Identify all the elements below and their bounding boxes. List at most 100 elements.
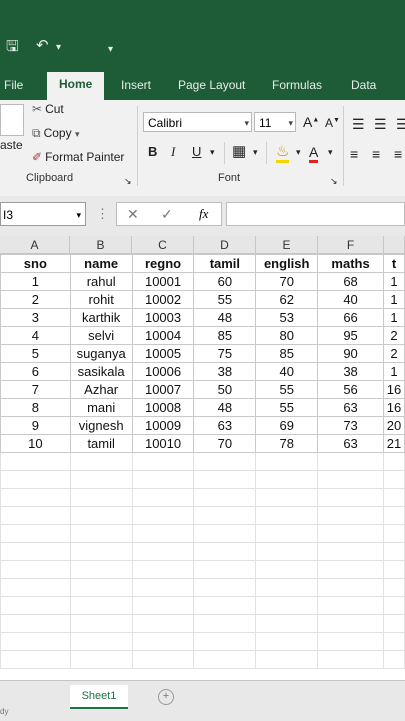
table-cell[interactable]: 70 — [255, 272, 319, 291]
empty-cell[interactable] — [69, 542, 133, 561]
empty-cell[interactable] — [255, 452, 319, 471]
table-cell[interactable]: 2 — [0, 290, 71, 309]
cut-button[interactable]: ✂ Cut — [32, 102, 64, 116]
empty-cell[interactable] — [131, 650, 195, 669]
tab-data[interactable]: Data — [351, 78, 376, 92]
empty-cell[interactable] — [382, 470, 405, 489]
copy-dropdown-icon[interactable]: ▾ — [75, 129, 80, 140]
table-cell[interactable]: 16 — [382, 380, 405, 399]
table-cell[interactable]: 1 — [382, 272, 405, 291]
clipboard-launcher-icon[interactable]: ↘ — [124, 176, 132, 187]
sheet-tab[interactable]: Sheet1 — [70, 685, 128, 709]
table-cell[interactable]: 38 — [317, 362, 384, 381]
tab-file[interactable]: File — [4, 78, 23, 92]
table-cell[interactable]: 95 — [317, 326, 384, 345]
empty-cell[interactable] — [255, 632, 319, 651]
table-cell[interactable]: 48 — [193, 398, 257, 417]
empty-cell[interactable] — [193, 614, 257, 633]
empty-cell[interactable] — [193, 452, 257, 471]
undo-dropdown-icon[interactable]: ▾ — [56, 42, 61, 53]
borders-dropdown-icon[interactable]: ▾ — [253, 147, 258, 158]
worksheet-grid[interactable]: A B C D E F sno name regno tamil english… — [0, 236, 405, 680]
shrink-font-button[interactable]: A▼ — [325, 116, 340, 130]
table-cell[interactable]: 85 — [255, 344, 319, 363]
empty-cell[interactable] — [131, 632, 195, 651]
header-cell[interactable]: sno — [0, 254, 71, 273]
table-cell[interactable]: 50 — [193, 380, 257, 399]
empty-cell[interactable] — [0, 524, 71, 543]
table-cell[interactable]: 2 — [382, 344, 405, 363]
empty-cell[interactable] — [382, 578, 405, 597]
align-right-icon[interactable]: ≡ — [394, 146, 402, 162]
empty-cell[interactable] — [317, 614, 384, 633]
table-cell[interactable]: 10006 — [131, 362, 195, 381]
table-cell[interactable]: 5 — [0, 344, 71, 363]
table-cell[interactable]: 40 — [317, 290, 384, 309]
empty-cell[interactable] — [193, 560, 257, 579]
undo-icon[interactable]: ↶ — [36, 36, 49, 54]
empty-cell[interactable] — [193, 632, 257, 651]
table-cell[interactable]: 63 — [317, 398, 384, 417]
font-color-dropdown-icon[interactable]: ▾ — [328, 147, 333, 158]
empty-cell[interactable] — [317, 524, 384, 543]
name-box[interactable]: I3 ▾ — [0, 202, 86, 226]
empty-cell[interactable] — [0, 632, 71, 651]
italic-button[interactable]: I — [171, 144, 175, 160]
column-header-b[interactable]: B — [70, 236, 132, 254]
format-painter-button[interactable]: ✐ Format Painter — [32, 150, 124, 164]
table-cell[interactable]: karthik — [69, 308, 133, 327]
paste-icon[interactable] — [0, 104, 24, 136]
empty-cell[interactable] — [193, 542, 257, 561]
empty-cell[interactable] — [131, 524, 195, 543]
empty-cell[interactable] — [0, 506, 71, 525]
underline-dropdown-icon[interactable]: ▾ — [210, 147, 215, 158]
empty-cell[interactable] — [131, 488, 195, 507]
empty-cell[interactable] — [317, 488, 384, 507]
bold-button[interactable]: B — [148, 144, 157, 159]
empty-cell[interactable] — [193, 650, 257, 669]
empty-cell[interactable] — [255, 524, 319, 543]
fill-color-icon[interactable]: ♨ — [276, 142, 290, 163]
tab-page-layout[interactable]: Page Layout — [178, 78, 245, 92]
header-cell[interactable]: tamil — [193, 254, 257, 273]
header-cell[interactable]: english — [255, 254, 319, 273]
table-cell[interactable]: vignesh — [69, 416, 133, 435]
table-cell[interactable]: 63 — [317, 434, 384, 453]
column-header-c[interactable]: C — [132, 236, 194, 254]
header-cell[interactable]: regno — [131, 254, 195, 273]
empty-cell[interactable] — [0, 596, 71, 615]
paste-button[interactable]: aste — [0, 138, 23, 152]
empty-cell[interactable] — [69, 506, 133, 525]
font-size-select[interactable]: 11 ▾ — [254, 112, 296, 132]
empty-cell[interactable] — [69, 524, 133, 543]
empty-cell[interactable] — [193, 524, 257, 543]
table-cell[interactable]: tamil — [69, 434, 133, 453]
empty-cell[interactable] — [69, 452, 133, 471]
empty-cell[interactable] — [0, 650, 71, 669]
formula-input[interactable] — [226, 202, 405, 226]
tab-home[interactable]: Home — [47, 72, 105, 100]
empty-cell[interactable] — [193, 596, 257, 615]
copy-button[interactable]: ⧉ Copy ▾ — [32, 126, 82, 141]
empty-cell[interactable] — [69, 650, 133, 669]
header-cell[interactable]: maths — [317, 254, 384, 273]
empty-cell[interactable] — [382, 506, 405, 525]
table-cell[interactable]: 48 — [193, 308, 257, 327]
table-cell[interactable]: Azhar — [69, 380, 133, 399]
empty-cell[interactable] — [317, 542, 384, 561]
empty-cell[interactable] — [382, 524, 405, 543]
column-header-e[interactable]: E — [256, 236, 318, 254]
table-cell[interactable]: 4 — [0, 326, 71, 345]
empty-cell[interactable] — [255, 560, 319, 579]
table-cell[interactable]: 66 — [317, 308, 384, 327]
add-sheet-icon[interactable]: + — [158, 689, 174, 705]
empty-cell[interactable] — [255, 506, 319, 525]
customize-qa-icon[interactable]: ▾ — [108, 44, 113, 55]
table-cell[interactable]: 56 — [317, 380, 384, 399]
table-cell[interactable]: 16 — [382, 398, 405, 417]
empty-cell[interactable] — [131, 596, 195, 615]
empty-cell[interactable] — [382, 560, 405, 579]
empty-cell[interactable] — [382, 488, 405, 507]
column-header-d[interactable]: D — [194, 236, 256, 254]
underline-button[interactable]: U — [192, 144, 201, 159]
